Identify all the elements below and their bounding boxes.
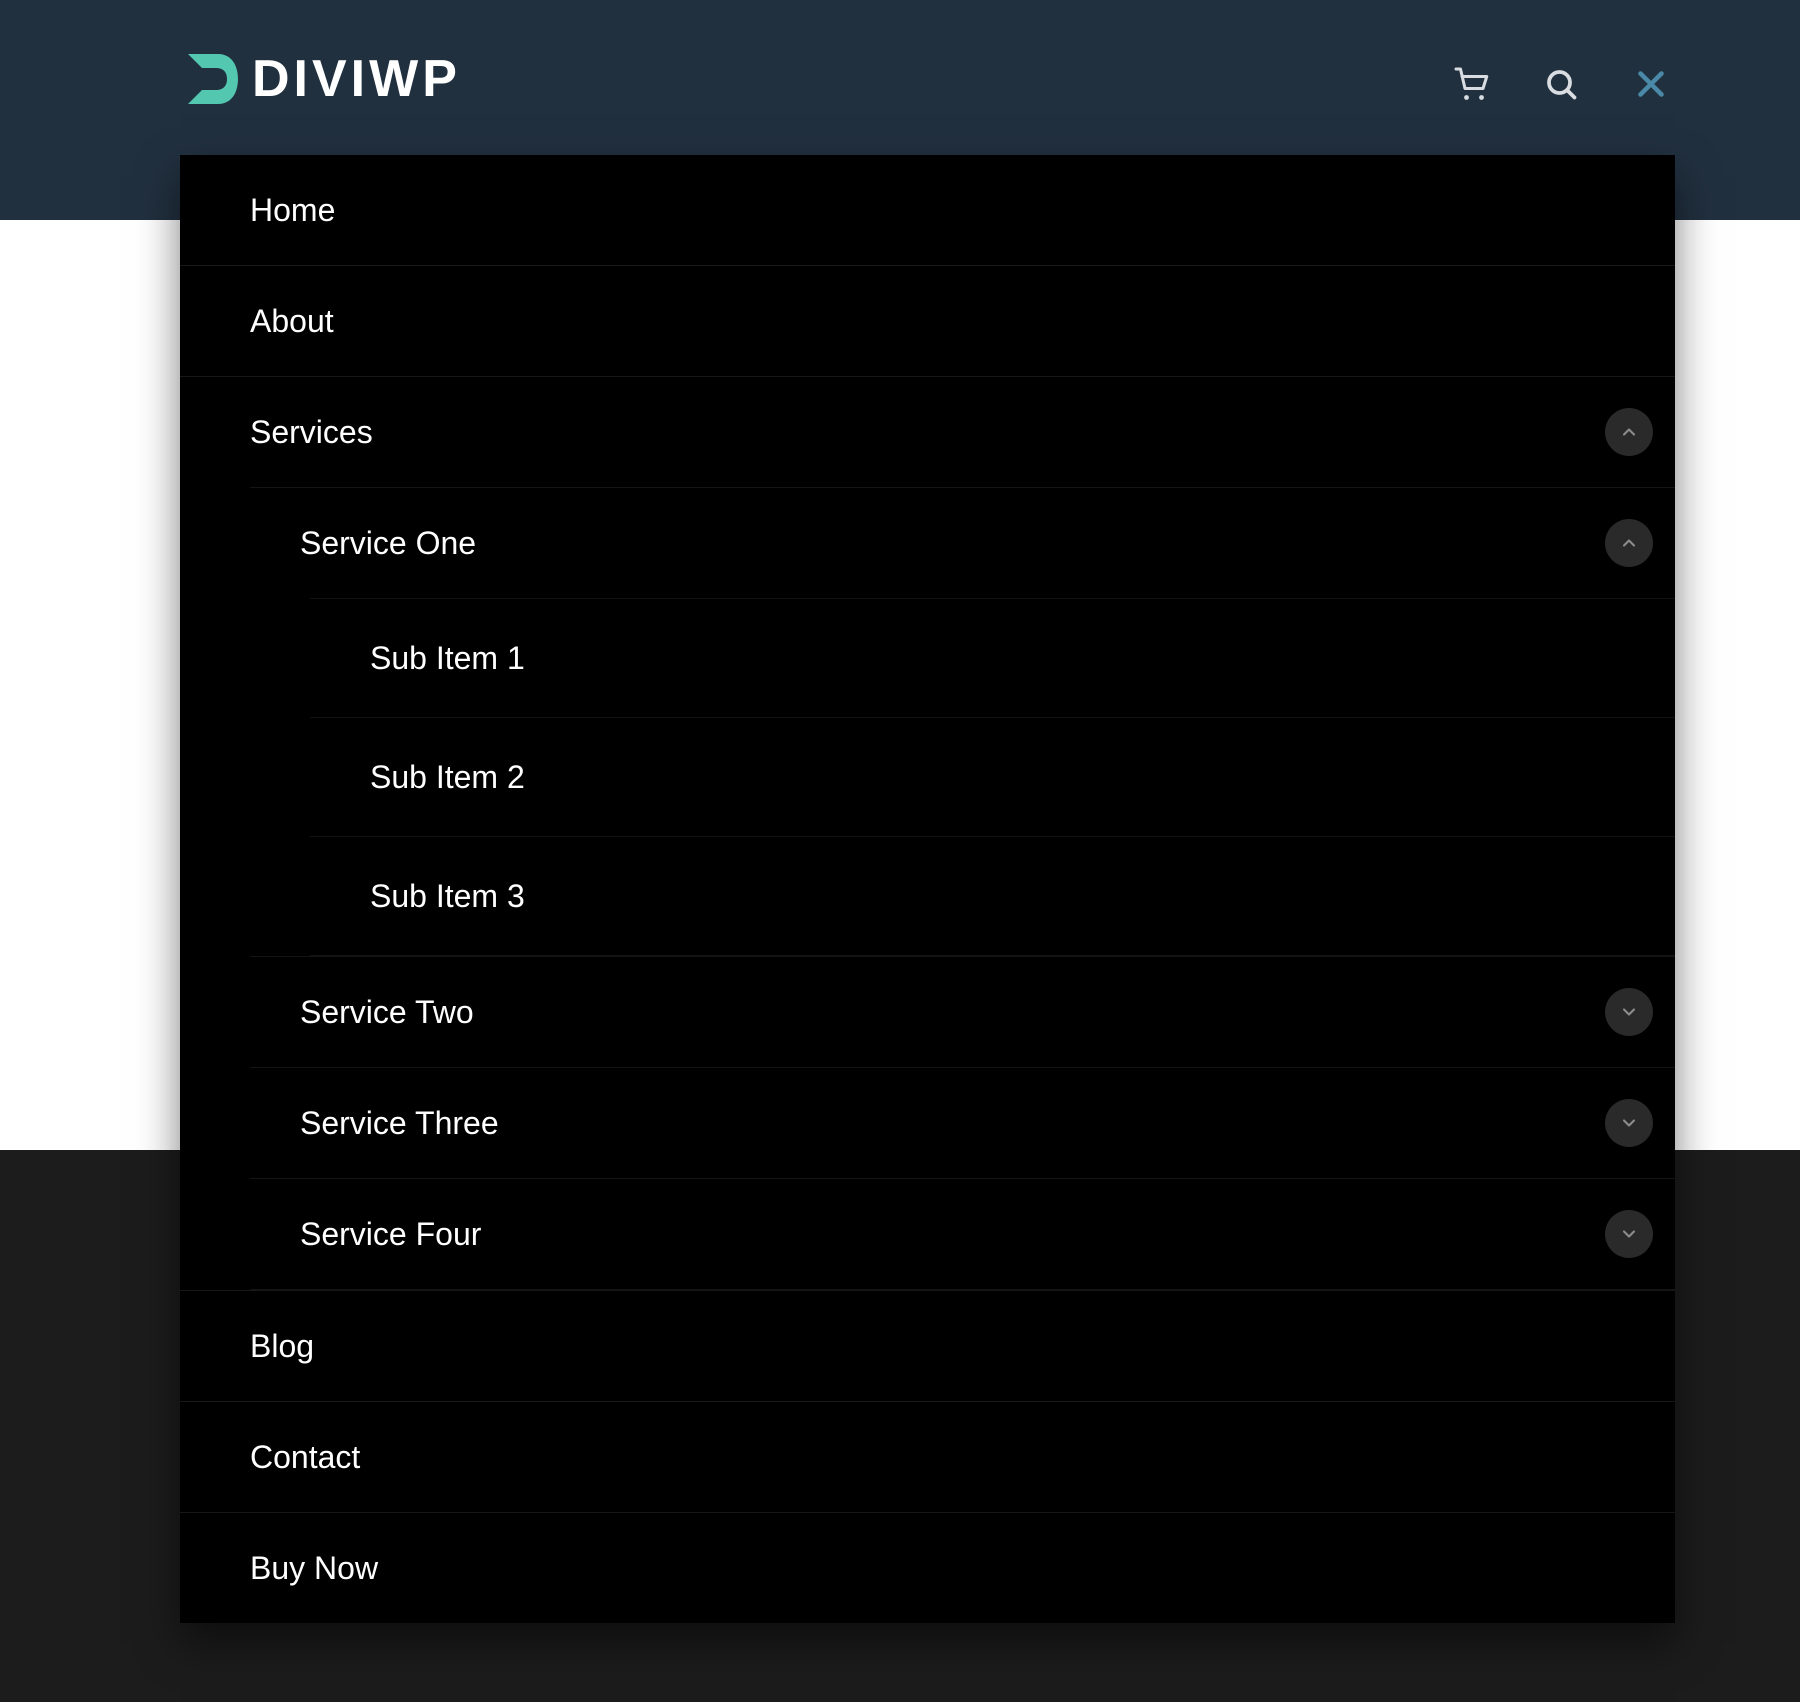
- close-icon[interactable]: [1627, 60, 1675, 108]
- chevron-up-icon[interactable]: [1605, 408, 1653, 456]
- menu-item-about[interactable]: About: [180, 266, 1675, 377]
- cart-icon[interactable]: [1447, 60, 1495, 108]
- menu-item-label: Blog: [180, 1328, 314, 1365]
- menu-item-label: Home: [180, 192, 335, 229]
- menu-item-label: Service Three: [250, 1105, 499, 1142]
- menu-item-sub-item-3[interactable]: Sub Item 3: [310, 837, 1675, 956]
- menu-item-label: Sub Item 3: [310, 878, 525, 915]
- menu-item-label: Service Two: [250, 994, 474, 1031]
- chevron-up-icon[interactable]: [1605, 519, 1653, 567]
- menu-item-service-four[interactable]: Service Four: [250, 1179, 1675, 1290]
- site-logo[interactable]: DIVIWP: [180, 48, 461, 110]
- menu-item-service-two[interactable]: Service Two: [250, 957, 1675, 1068]
- menu-item-label: Contact: [180, 1439, 360, 1476]
- menu-item-buy-now[interactable]: Buy Now: [180, 1513, 1675, 1623]
- chevron-down-icon[interactable]: [1605, 1099, 1653, 1147]
- menu-item-label: Sub Item 2: [310, 759, 525, 796]
- header-icons: [1447, 60, 1675, 108]
- menu-item-label: Services: [180, 414, 373, 451]
- chevron-down-icon[interactable]: [1605, 988, 1653, 1036]
- mobile-menu: Home About Services Service One Sub Item 1…: [180, 155, 1675, 1623]
- menu-item-service-three[interactable]: Service Three: [250, 1068, 1675, 1179]
- menu-item-home[interactable]: Home: [180, 155, 1675, 266]
- menu-item-label: Service One: [250, 525, 476, 562]
- chevron-down-icon[interactable]: [1605, 1210, 1653, 1258]
- menu-item-contact[interactable]: Contact: [180, 1402, 1675, 1513]
- menu-item-label: About: [180, 303, 334, 340]
- menu-item-label: Service Four: [250, 1216, 481, 1253]
- logo-text: DIVIWP: [252, 49, 461, 109]
- search-icon[interactable]: [1537, 60, 1585, 108]
- logo-icon: [180, 48, 242, 110]
- menu-item-label: Buy Now: [180, 1550, 378, 1587]
- menu-item-label: Sub Item 1: [310, 640, 525, 677]
- menu-item-sub-item-1[interactable]: Sub Item 1: [310, 598, 1675, 718]
- menu-item-service-one[interactable]: Service One Sub Item 1 Sub Item 2 Sub Item…: [250, 487, 1675, 957]
- menu-item-blog[interactable]: Blog: [180, 1291, 1675, 1402]
- menu-item-services[interactable]: Services Service One Sub Item 1 Sub Item …: [180, 377, 1675, 1291]
- menu-item-sub-item-2[interactable]: Sub Item 2: [310, 718, 1675, 837]
